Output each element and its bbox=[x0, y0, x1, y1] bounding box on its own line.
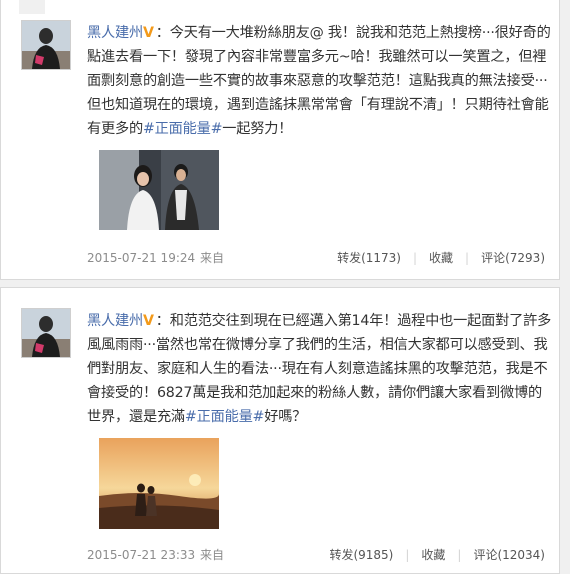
comment-button[interactable]: 评论(7293) bbox=[481, 248, 545, 268]
post-text-part: 一起努力！ bbox=[222, 121, 293, 137]
post-text-part: 好嗎？ bbox=[264, 409, 307, 425]
divider: | bbox=[457, 548, 462, 562]
post-source: 来自 bbox=[200, 251, 225, 265]
comment-button[interactable]: 评论(12034) bbox=[473, 545, 545, 565]
post-text: 黑人建州V ：和范范交往到現在已經邁入第14年！過程中也一起面對了許多風風雨雨··… bbox=[87, 309, 553, 429]
avatar[interactable] bbox=[21, 308, 71, 358]
avatar[interactable] bbox=[21, 20, 71, 70]
post-text-part: ：和范范交往到現在已經邁入第14年！過程中也一起面對了許多風風雨雨···當然也常… bbox=[87, 313, 552, 425]
hashtag-link[interactable]: #正面能量# bbox=[143, 121, 223, 137]
post-meta: 2015-07-21 19:24 来自 转发(1173) | 收藏 | 评论(7… bbox=[87, 248, 553, 268]
card-pointer bbox=[19, 0, 45, 14]
post-actions: 转发(9185) | 收藏 | 评论(12034) bbox=[329, 545, 545, 565]
post-text: 黑人建州V ：今天有一大堆粉絲朋友@ 我！說我和范范上熱搜榜···很好奇的點進去看… bbox=[87, 21, 553, 141]
avatar-image bbox=[22, 21, 70, 69]
verified-badge-icon: V bbox=[142, 313, 154, 329]
photo-sunset-image bbox=[99, 438, 219, 529]
verified-badge-icon: V bbox=[142, 25, 154, 41]
post-photo[interactable] bbox=[99, 150, 219, 230]
divider: | bbox=[412, 251, 418, 265]
post-timestamp-link[interactable]: 2015-07-21 23:33 bbox=[87, 545, 195, 565]
divider: | bbox=[465, 251, 470, 265]
post-meta: 2015-07-21 23:33 来自 转发(9185) | 收藏 | 评论(1… bbox=[87, 545, 553, 565]
avatar-image bbox=[22, 309, 70, 357]
photo-couple-image bbox=[99, 150, 219, 230]
username-link[interactable]: 黑人建州 bbox=[87, 313, 143, 329]
repost-button[interactable]: 转发(9185) bbox=[329, 545, 393, 565]
hashtag-link[interactable]: #正面能量# bbox=[185, 409, 265, 425]
weibo-post-card: 黑人建州V ：和范范交往到現在已經邁入第14年！過程中也一起面對了許多風風雨雨··… bbox=[0, 287, 560, 574]
favorite-button[interactable]: 收藏 bbox=[421, 545, 445, 565]
username-link[interactable]: 黑人建州 bbox=[87, 25, 143, 41]
post-timestamp-link[interactable]: 2015-07-21 19:24 bbox=[87, 248, 195, 268]
divider: | bbox=[405, 548, 410, 562]
post-actions: 转发(1173) | 收藏 | 评论(7293) bbox=[337, 248, 545, 268]
favorite-button[interactable]: 收藏 bbox=[429, 248, 453, 268]
post-source: 来自 bbox=[200, 548, 225, 562]
weibo-post-card: 黑人建州V ：今天有一大堆粉絲朋友@ 我！說我和范范上熱搜榜···很好奇的點進去看… bbox=[0, 0, 560, 280]
post-photo[interactable] bbox=[99, 438, 219, 529]
repost-button[interactable]: 转发(1173) bbox=[337, 248, 401, 268]
